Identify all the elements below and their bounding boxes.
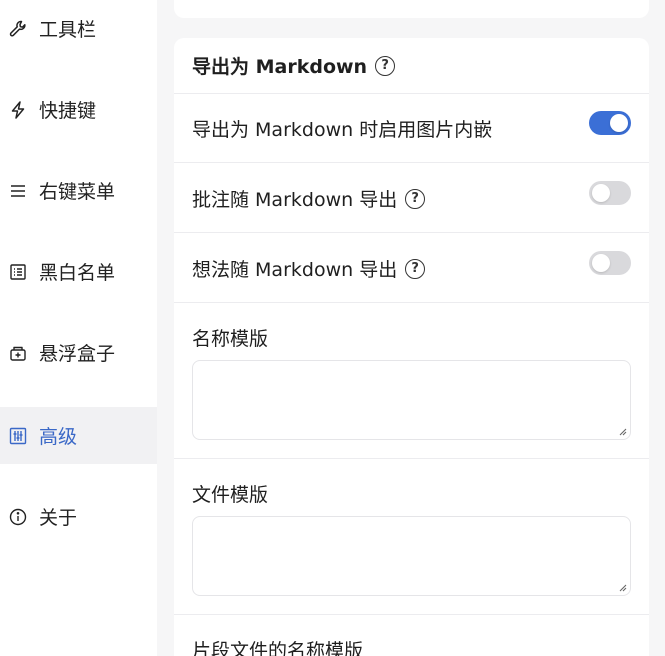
toggle-knob [610,114,628,132]
sidebar-item-floating-box[interactable]: 悬浮盒子 [0,324,157,381]
section-header: 导出为 Markdown ? [174,38,649,94]
sidebar-item-label: 黑白名单 [39,262,116,284]
markdown-export-section: 导出为 Markdown ? 导出为 Markdown 时启用图片内嵌 批注随 … [174,38,649,656]
list-icon [7,261,29,283]
sidebar-item-label: 悬浮盒子 [39,343,116,365]
field-label: 名称模版 [192,328,269,350]
setting-label: 想法随 Markdown 导出 ? [192,255,426,282]
setting-label-text: 想法随 Markdown 导出 [192,259,398,281]
resize-handle-icon[interactable] [617,426,627,436]
setting-label: 批注随 Markdown 导出 ? [192,185,426,212]
info-icon [7,506,29,528]
setting-row-fragment-name-template: 片段文件的名称模版 [174,615,649,656]
help-icon[interactable]: ? [405,188,426,209]
sidebar-item-shortcuts[interactable]: 快捷键 [0,81,157,138]
sidebar-item-label: 关于 [39,507,78,529]
sidebar-item-advanced[interactable]: 高级 [0,407,157,464]
sidebar-item-context-menu[interactable]: 右键菜单 [0,162,157,219]
file-template-textarea[interactable] [192,516,631,596]
field-label: 文件模版 [192,484,269,506]
setting-label: 导出为 Markdown 时启用图片内嵌 [192,119,493,141]
field-label: 片段文件的名称模版 [192,640,364,656]
sidebar: 工具栏 快捷键 右键菜单 黑白名单 悬浮盒子 高级 关于 [0,0,157,656]
toggle-knob [592,184,610,202]
lightning-icon [7,99,29,121]
menu-lines-icon [7,180,29,202]
annotations-toggle[interactable] [589,181,631,205]
wrench-icon [7,18,29,40]
sidebar-item-about[interactable]: 关于 [0,488,157,545]
name-template-textarea[interactable] [192,360,631,440]
section-title-text: 导出为 Markdown [192,56,368,78]
thoughts-toggle[interactable] [589,251,631,275]
embed-images-toggle[interactable] [589,111,631,135]
sidebar-item-blacklist[interactable]: 黑白名单 [0,243,157,300]
resize-handle-icon[interactable] [617,582,627,592]
settings-window: 工具栏 快捷键 右键菜单 黑白名单 悬浮盒子 高级 关于 导出为 Markdow… [0,0,665,656]
sidebar-item-label: 快捷键 [39,100,97,122]
sidebar-item-label: 右键菜单 [39,181,116,203]
floating-box-icon [7,342,29,364]
toggle-knob [592,254,610,272]
previous-section-card [174,0,649,18]
help-icon[interactable]: ? [375,55,396,76]
setting-row-name-template: 名称模版 [174,303,649,459]
main-content: 导出为 Markdown ? 导出为 Markdown 时启用图片内嵌 批注随 … [157,0,665,656]
help-icon[interactable]: ? [405,258,426,279]
sidebar-item-toolbar[interactable]: 工具栏 [0,0,157,57]
setting-row-embed-images: 导出为 Markdown 时启用图片内嵌 [174,94,649,163]
setting-row-file-template: 文件模版 [174,459,649,615]
section-title: 导出为 Markdown ? [192,52,396,79]
setting-row-annotations: 批注随 Markdown 导出 ? [174,163,649,233]
setting-label-text: 批注随 Markdown 导出 [192,189,398,211]
setting-row-thoughts: 想法随 Markdown 导出 ? [174,233,649,303]
sliders-icon [7,425,29,447]
sidebar-item-label: 高级 [39,426,78,448]
sidebar-item-label: 工具栏 [39,19,97,41]
